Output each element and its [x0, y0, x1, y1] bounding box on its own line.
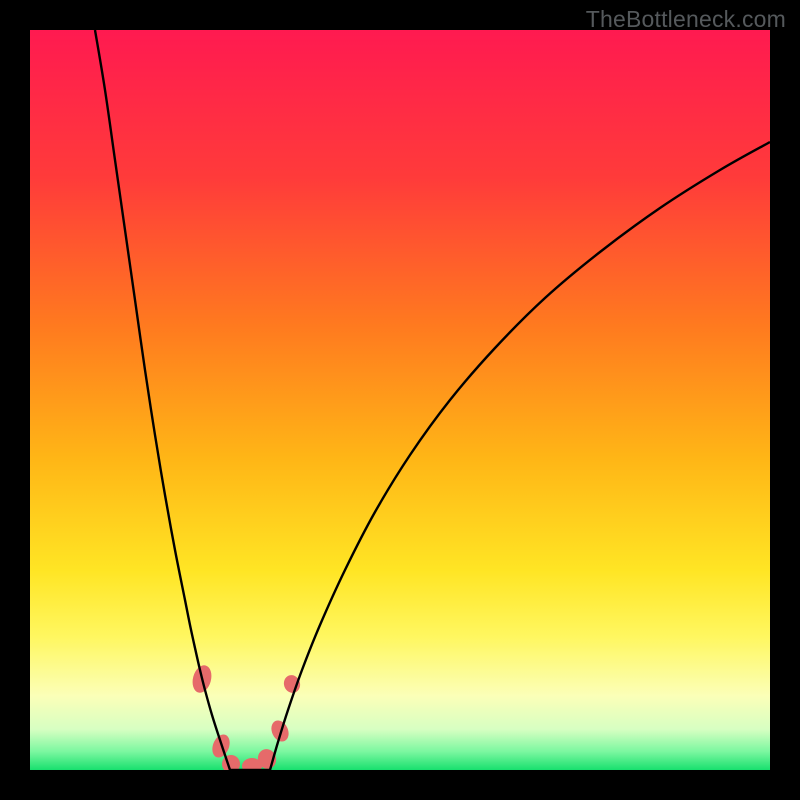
watermark-text: TheBottleneck.com	[586, 6, 786, 33]
bottleneck-chart	[30, 30, 770, 770]
chart-background	[30, 30, 770, 770]
chart-frame	[30, 30, 770, 770]
